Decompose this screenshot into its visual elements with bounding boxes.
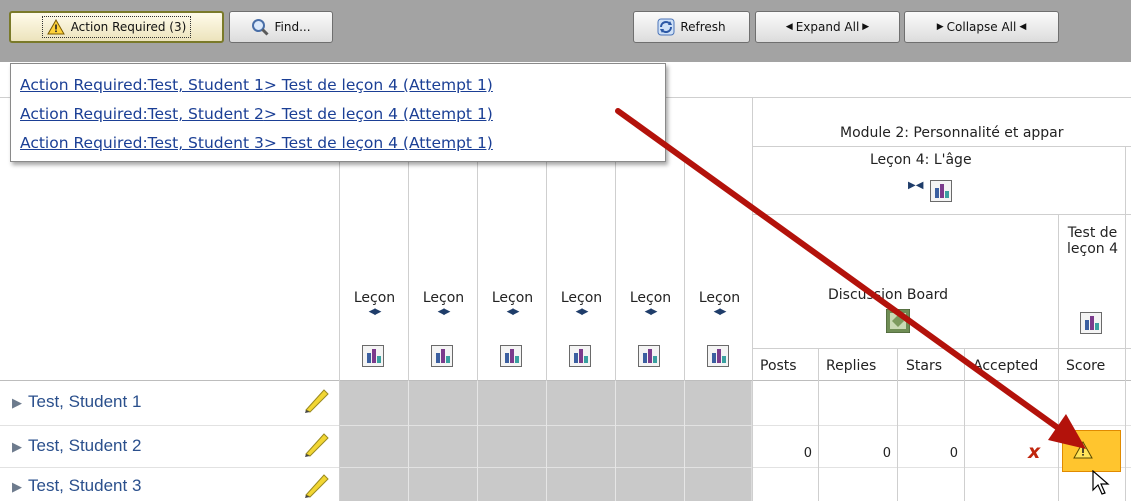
refresh-icon	[657, 18, 675, 36]
refresh-button[interactable]: Refresh	[633, 11, 750, 43]
lecon-column-header: Leçon ◀▶	[409, 290, 478, 317]
arrow-left-icon: ◀	[785, 22, 793, 32]
collapse-all-label: Collapse All	[946, 20, 1017, 34]
expand-row-icon[interactable]: ▶	[12, 479, 22, 494]
column-nav-icon[interactable]: ◀▶	[616, 307, 685, 317]
action-required-label: Action Required (3)	[70, 20, 187, 34]
lecon-column-header: Leçon ◀▶	[616, 290, 685, 317]
stars-subheader: Stars	[906, 358, 943, 374]
lecon-column-header: Leçon ◀▶	[478, 290, 547, 317]
collapse-all-button[interactable]: ▶ Collapse All ◀	[904, 11, 1059, 43]
lecon-column-header: Leçon ◀▶	[547, 290, 616, 317]
posts-value: 0	[803, 446, 812, 461]
student-name-link[interactable]: ▶ Test, Student 1	[12, 392, 141, 412]
edit-pencil-icon[interactable]	[300, 473, 330, 499]
module-header: Module 2: Personnalité et appar	[840, 125, 1064, 141]
accepted-x-icon: x	[1028, 441, 1041, 463]
column-chart-icon[interactable]	[431, 345, 453, 371]
column-nav-icon[interactable]: ◀▶	[547, 307, 616, 317]
column-nav-icon[interactable]: ◀▶	[409, 307, 478, 317]
action-required-item[interactable]: Action Required:Test, Student 2> Test de…	[20, 103, 493, 125]
lesson-header: Leçon 4: L'âge	[870, 152, 972, 168]
action-required-item[interactable]: Action Required:Test, Student 1> Test de…	[20, 74, 493, 96]
warning-icon	[1073, 441, 1093, 459]
grade-center-toolbar: Action Required (3) Find... Refresh ◀ Ex…	[0, 0, 1131, 62]
column-chart-icon[interactable]	[500, 345, 522, 371]
discussion-board-icon[interactable]	[885, 308, 911, 337]
magnifier-icon	[252, 19, 270, 36]
column-chart-icon[interactable]	[707, 345, 729, 371]
stars-value: 0	[949, 446, 958, 461]
column-nav-icon[interactable]: ◀▶	[685, 307, 754, 317]
column-chart-icon[interactable]	[569, 345, 591, 371]
arrow-left-icon: ◀	[1019, 22, 1027, 32]
needs-grading-cell[interactable]	[1062, 430, 1121, 472]
expand-row-icon[interactable]: ▶	[12, 395, 22, 410]
column-nav-icon[interactable]: ◀▶	[478, 307, 547, 317]
lecon-column-header: Leçon ◀▶	[340, 290, 409, 317]
discussion-board-header: Discussion Board	[828, 287, 949, 303]
student-name-link[interactable]: ▶ Test, Student 2	[12, 436, 141, 456]
column-chart-icon[interactable]	[638, 345, 660, 371]
warning-icon	[46, 19, 65, 35]
action-required-button[interactable]: Action Required (3)	[9, 11, 224, 43]
action-required-item[interactable]: Action Required:Test, Student 3> Test de…	[20, 132, 493, 154]
expand-row-icon[interactable]: ▶	[12, 439, 22, 454]
student-name-link[interactable]: ▶ Test, Student 3	[12, 476, 141, 496]
find-button[interactable]: Find...	[229, 11, 333, 43]
refresh-label: Refresh	[680, 20, 726, 34]
test-chart-icon[interactable]	[1080, 312, 1102, 338]
posts-subheader: Posts	[760, 358, 797, 374]
find-label: Find...	[274, 20, 311, 34]
arrow-right-icon: ▶	[862, 22, 870, 32]
arrow-right-icon: ▶	[936, 22, 944, 32]
replies-value: 0	[882, 446, 891, 461]
lesson-chart-icon[interactable]	[930, 180, 952, 206]
replies-subheader: Replies	[826, 358, 877, 374]
accepted-subheader: Accepted	[973, 358, 1039, 374]
test-column-header: Test de leçon 4	[1067, 225, 1118, 257]
score-subheader: Score	[1066, 358, 1106, 374]
expand-all-button[interactable]: ◀ Expand All ▶	[755, 11, 900, 43]
collapse-lesson-icon[interactable]: ▶◀	[908, 180, 923, 191]
column-chart-icon[interactable]	[362, 345, 384, 371]
expand-all-label: Expand All	[795, 20, 860, 34]
mouse-cursor-icon	[1092, 470, 1110, 495]
edit-pencil-icon[interactable]	[300, 388, 330, 414]
column-nav-icon[interactable]: ◀▶	[340, 307, 409, 317]
lecon-column-header: Leçon ◀▶	[685, 290, 754, 317]
edit-pencil-icon[interactable]	[300, 432, 330, 458]
action-required-dropdown: Action Required:Test, Student 1> Test de…	[10, 63, 666, 162]
